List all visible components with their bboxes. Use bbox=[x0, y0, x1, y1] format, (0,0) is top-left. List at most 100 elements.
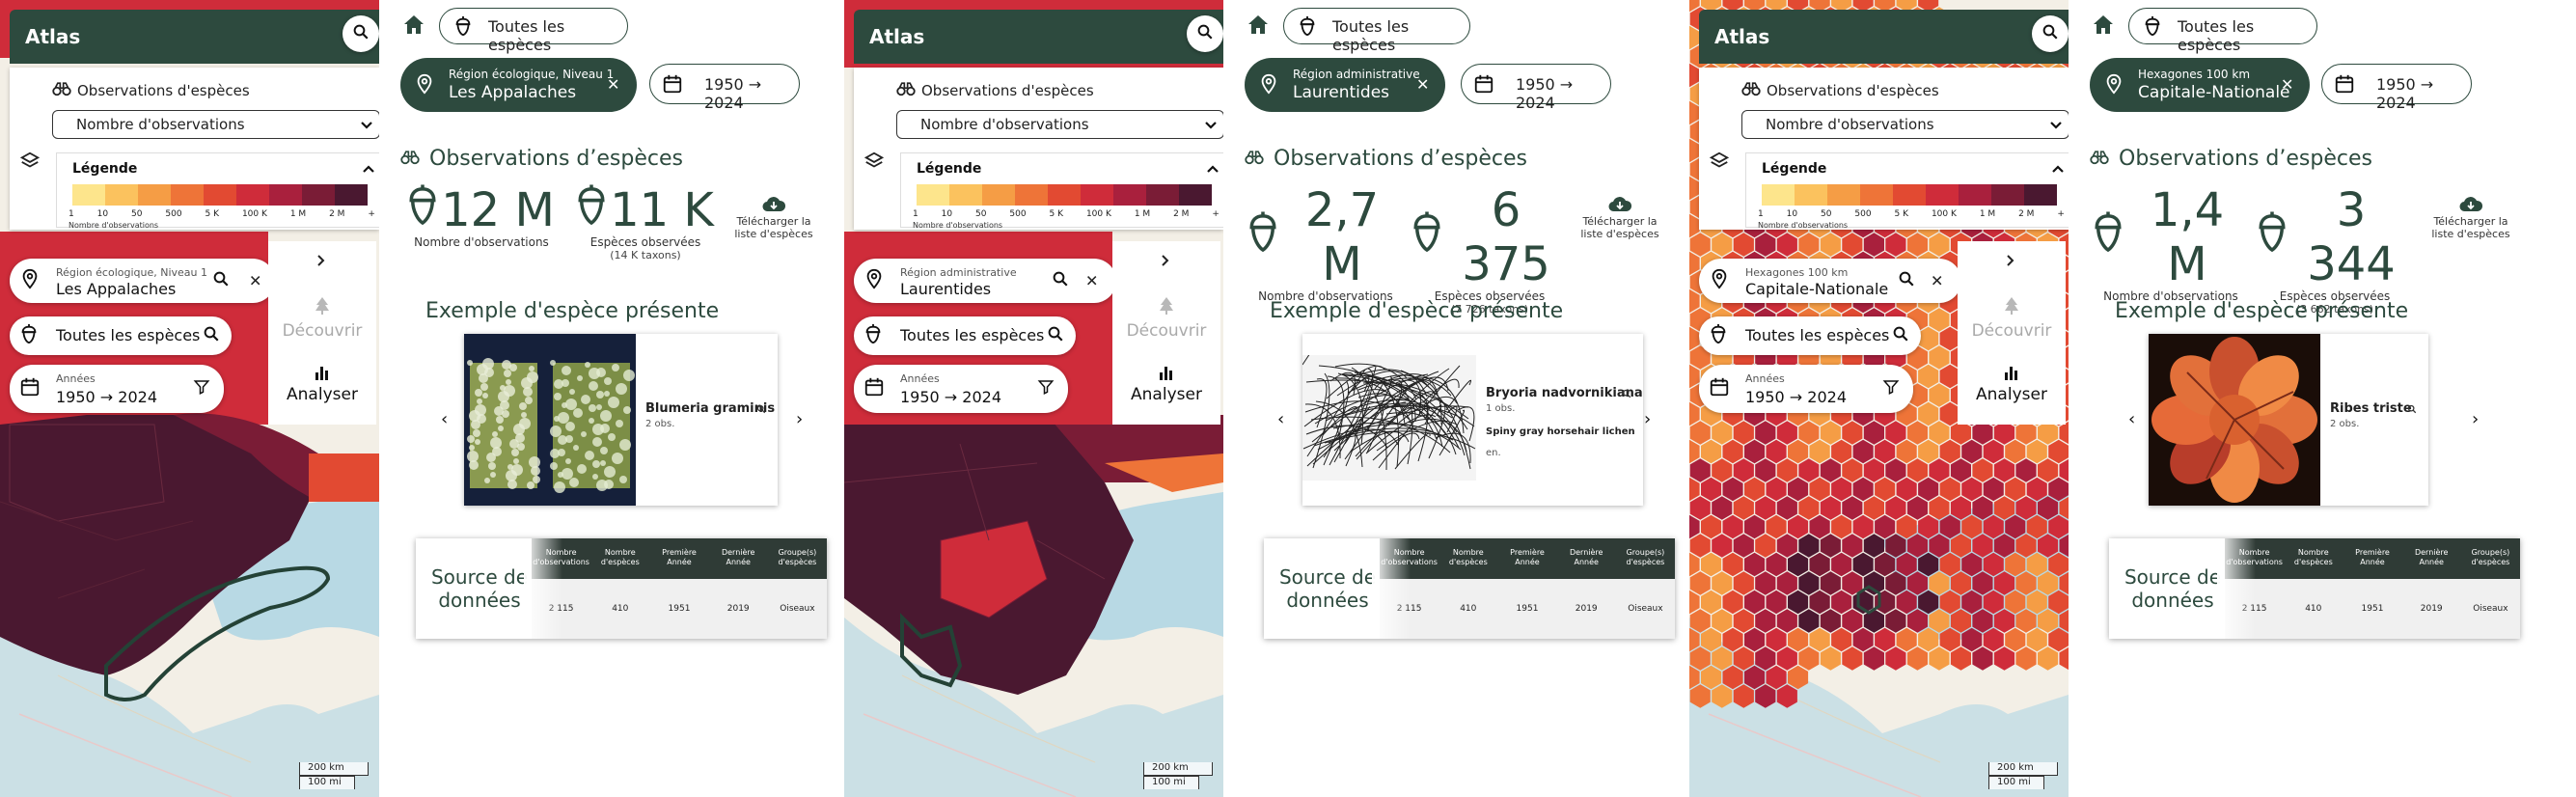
map-search-button[interactable] bbox=[343, 15, 379, 52]
tree-icon bbox=[1112, 295, 1220, 321]
observations-heading: Observations d’espèces bbox=[2090, 147, 2372, 171]
table-header-cell[interactable]: Nombre d'espèces bbox=[2284, 538, 2343, 579]
chevron-right-icon[interactable] bbox=[2006, 253, 2015, 271]
years-filter-pill[interactable]: Années 1950 → 2024 bbox=[1699, 365, 1913, 413]
filter-icon[interactable] bbox=[1882, 378, 1900, 399]
acorn-icon bbox=[2094, 210, 2123, 264]
search-icon[interactable] bbox=[1892, 325, 1909, 346]
close-icon[interactable]: ✕ bbox=[1931, 272, 1943, 290]
metric-select[interactable]: Nombre d'observations bbox=[52, 110, 380, 139]
species-card[interactable]: Blumeria graminis 2 obs. bbox=[464, 334, 778, 506]
table-row[interactable]: 2 11541019512019Oiseaux bbox=[2225, 579, 2520, 639]
search-icon[interactable] bbox=[203, 325, 220, 346]
species-pill[interactable]: Toutes les espèces bbox=[1283, 8, 1470, 54]
search-icon[interactable] bbox=[212, 270, 230, 291]
species-card[interactable]: Bryoria nadvornikiana 1 obs. Spiny gray … bbox=[1302, 334, 1643, 506]
years-pill[interactable]: 1950 → 2024 bbox=[2321, 64, 2472, 112]
chevron-up-icon[interactable] bbox=[362, 159, 375, 178]
search-icon[interactable] bbox=[1052, 270, 1069, 291]
decouvrir-button[interactable]: Découvrir bbox=[1958, 295, 2066, 341]
analyser-button[interactable]: Analyser bbox=[1958, 365, 2066, 404]
analyser-button[interactable]: Analyser bbox=[1112, 365, 1220, 404]
next-arrow[interactable]: › bbox=[2472, 409, 2479, 429]
region-pill[interactable]: Région écologique, Niveau 1 Les Appalach… bbox=[400, 58, 637, 112]
previous-arrow[interactable]: ‹ bbox=[1277, 409, 1284, 429]
table-header-cell[interactable]: Nombre d'espèces bbox=[590, 538, 649, 579]
layers-icon[interactable] bbox=[1709, 151, 1730, 176]
map-search-button[interactable] bbox=[1187, 15, 1223, 52]
close-icon[interactable]: ✕ bbox=[249, 272, 261, 290]
table-header-cell[interactable]: Groupe(s) d'espèces bbox=[768, 538, 827, 579]
next-arrow[interactable]: › bbox=[796, 409, 803, 429]
table-row[interactable]: 2 11541019512019Oiseaux bbox=[1380, 579, 1675, 639]
chevron-up-icon[interactable] bbox=[1206, 159, 1219, 178]
decouvrir-button[interactable]: Découvrir bbox=[1112, 295, 1220, 341]
location-pin-icon bbox=[863, 268, 885, 293]
download-species-button[interactable]: Télécharger la liste d'espèces bbox=[2427, 195, 2514, 240]
next-arrow[interactable]: › bbox=[1644, 409, 1651, 429]
species-pill-label: Toutes les espèces bbox=[488, 17, 565, 54]
obs-count-label: Nombre d'observations bbox=[414, 235, 549, 249]
legend-ramp bbox=[1762, 184, 2057, 206]
download-species-button[interactable]: Télécharger la liste d'espèces bbox=[730, 195, 817, 240]
chevron-right-icon[interactable] bbox=[1161, 253, 1170, 271]
years-pill[interactable]: 1950 → 2024 bbox=[649, 64, 800, 112]
species-card[interactable]: Ribes triste 2 obs. bbox=[2149, 334, 2428, 506]
region-pill-name: Capitale-Nationale bbox=[2138, 83, 2290, 102]
species-pill[interactable]: Toutes les espèces bbox=[2128, 8, 2317, 54]
region-filter-pill[interactable]: Région écologique, Niveau 1 Les Appalach… bbox=[10, 259, 275, 303]
region-filter-pill[interactable]: Région administrative Laurentides ✕ bbox=[854, 259, 1116, 303]
table-header-cell[interactable]: Groupe(s) d'espèces bbox=[2461, 538, 2520, 579]
years-filter-pill[interactable]: Années 1950 → 2024 bbox=[854, 365, 1068, 413]
chevron-up-icon[interactable] bbox=[2051, 159, 2065, 178]
search-icon[interactable] bbox=[2407, 399, 2417, 418]
metric-select[interactable]: Nombre d'observations bbox=[896, 110, 1224, 139]
decouvrir-button[interactable]: Découvrir bbox=[268, 295, 376, 341]
legend-tick: 1 M bbox=[289, 209, 307, 219]
download-label-2: liste d'espèces bbox=[1580, 228, 1659, 240]
close-icon[interactable]: ✕ bbox=[2281, 75, 2293, 94]
filter-icon[interactable] bbox=[1037, 378, 1055, 399]
species-filter-pill[interactable]: Toutes les espèces bbox=[854, 316, 1076, 355]
download-species-button[interactable]: Télécharger la liste d'espèces bbox=[1576, 195, 1663, 240]
table-header-cell[interactable]: Dernière Année bbox=[709, 538, 768, 579]
species-filter-pill[interactable]: Toutes les espèces bbox=[10, 316, 232, 355]
species-filter-pill[interactable]: Toutes les espèces bbox=[1699, 316, 1921, 355]
binoculars-icon bbox=[896, 81, 916, 100]
analyser-button[interactable]: Analyser bbox=[268, 365, 376, 404]
years-pill[interactable]: 1950 → 2024 bbox=[1461, 64, 1611, 112]
table-header-cell[interactable]: Première Année bbox=[2343, 538, 2401, 579]
close-icon[interactable]: ✕ bbox=[1085, 272, 1098, 290]
map-search-button[interactable] bbox=[2032, 15, 2069, 52]
layers-icon[interactable] bbox=[19, 151, 41, 176]
home-icon[interactable] bbox=[402, 14, 425, 39]
table-header-cell[interactable]: Dernière Année bbox=[1557, 538, 1616, 579]
table-header-cell[interactable]: Première Année bbox=[649, 538, 708, 579]
close-icon[interactable]: ✕ bbox=[1416, 75, 1429, 94]
table-row[interactable]: 2 11541019512019Oiseaux bbox=[532, 579, 827, 639]
species-pill[interactable]: Toutes les espèces bbox=[439, 8, 628, 54]
filter-icon[interactable] bbox=[193, 378, 210, 399]
region-pill[interactable]: Hexagones 100 km Capitale-Nationale ✕ bbox=[2090, 58, 2310, 112]
table-header-cell[interactable]: Dernière Année bbox=[2402, 538, 2461, 579]
home-icon[interactable] bbox=[1247, 14, 1270, 39]
years-filter-pill[interactable]: Années 1950 → 2024 bbox=[10, 365, 224, 413]
search-icon[interactable] bbox=[1047, 325, 1064, 346]
close-icon[interactable]: ✕ bbox=[607, 75, 619, 94]
search-icon[interactable] bbox=[1898, 270, 1915, 291]
region-pill[interactable]: Région administrative Laurentides ✕ bbox=[1245, 58, 1445, 112]
home-icon[interactable] bbox=[2092, 14, 2115, 39]
previous-arrow[interactable]: ‹ bbox=[441, 409, 448, 429]
chevron-right-icon[interactable] bbox=[316, 253, 326, 271]
table-header-cell[interactable]: Groupe(s) d'espèces bbox=[1616, 538, 1675, 579]
search-icon[interactable] bbox=[756, 399, 766, 418]
location-pin-icon bbox=[1258, 73, 1279, 98]
acorn-icon bbox=[408, 183, 437, 237]
table-header-cell[interactable]: Nombre d'espèces bbox=[1439, 538, 1497, 579]
search-icon[interactable] bbox=[1622, 384, 1631, 402]
previous-arrow[interactable]: ‹ bbox=[2128, 409, 2135, 429]
layers-icon[interactable] bbox=[863, 151, 885, 176]
metric-select[interactable]: Nombre d'observations bbox=[1741, 110, 2069, 139]
table-header-cell[interactable]: Première Année bbox=[1497, 538, 1556, 579]
region-filter-pill[interactable]: Hexagones 100 km Capitale-Nationale ✕ bbox=[1699, 259, 1961, 303]
